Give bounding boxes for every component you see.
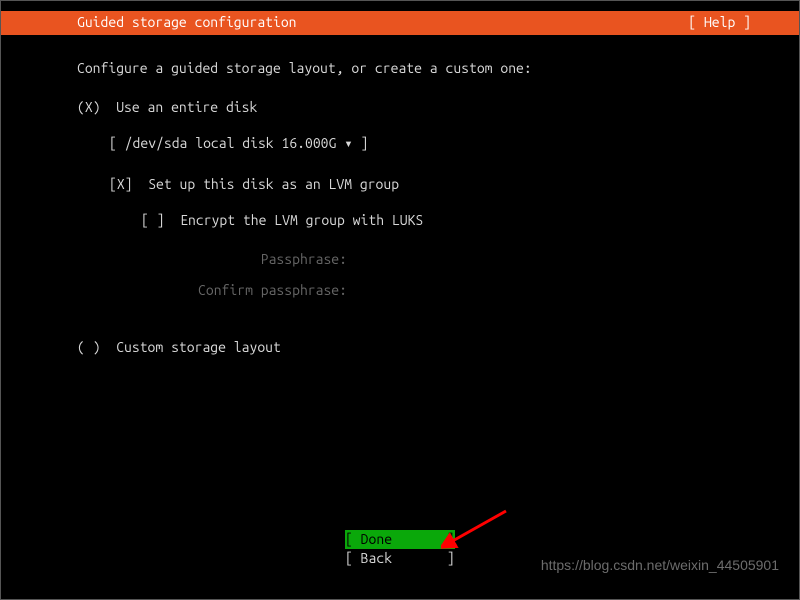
radio-custom-layout[interactable]: ( ) Custom storage layout (77, 334, 723, 361)
disk-selector-dropdown[interactable]: [ /dev/sda local disk 16.000G ▾ ] (109, 130, 368, 157)
done-button[interactable]: [ Done ] (345, 530, 455, 550)
help-button[interactable]: [ Help ] (688, 11, 791, 35)
passphrase-section: Passphrase: Confirm passphrase: (77, 244, 723, 306)
back-button[interactable]: [ Back ] (345, 549, 455, 569)
instruction-text: Configure a guided storage layout, or cr… (77, 55, 723, 82)
page-title: Guided storage configuration (9, 11, 297, 35)
main-content: Configure a guided storage layout, or cr… (1, 35, 799, 360)
passphrase-label: Passphrase: (77, 244, 347, 275)
checkbox-luks[interactable]: [ ] Encrypt the LVM group with LUKS (141, 207, 723, 234)
confirm-passphrase-label: Confirm passphrase: (77, 275, 347, 306)
watermark-text: https://blog.csdn.net/weixin_44505901 (541, 557, 779, 573)
header-bar: Guided storage configuration [ Help ] (1, 11, 799, 35)
checkbox-lvm[interactable]: [X] Set up this disk as an LVM group (109, 171, 723, 198)
radio-use-entire-disk[interactable]: (X) Use an entire disk (77, 94, 723, 121)
